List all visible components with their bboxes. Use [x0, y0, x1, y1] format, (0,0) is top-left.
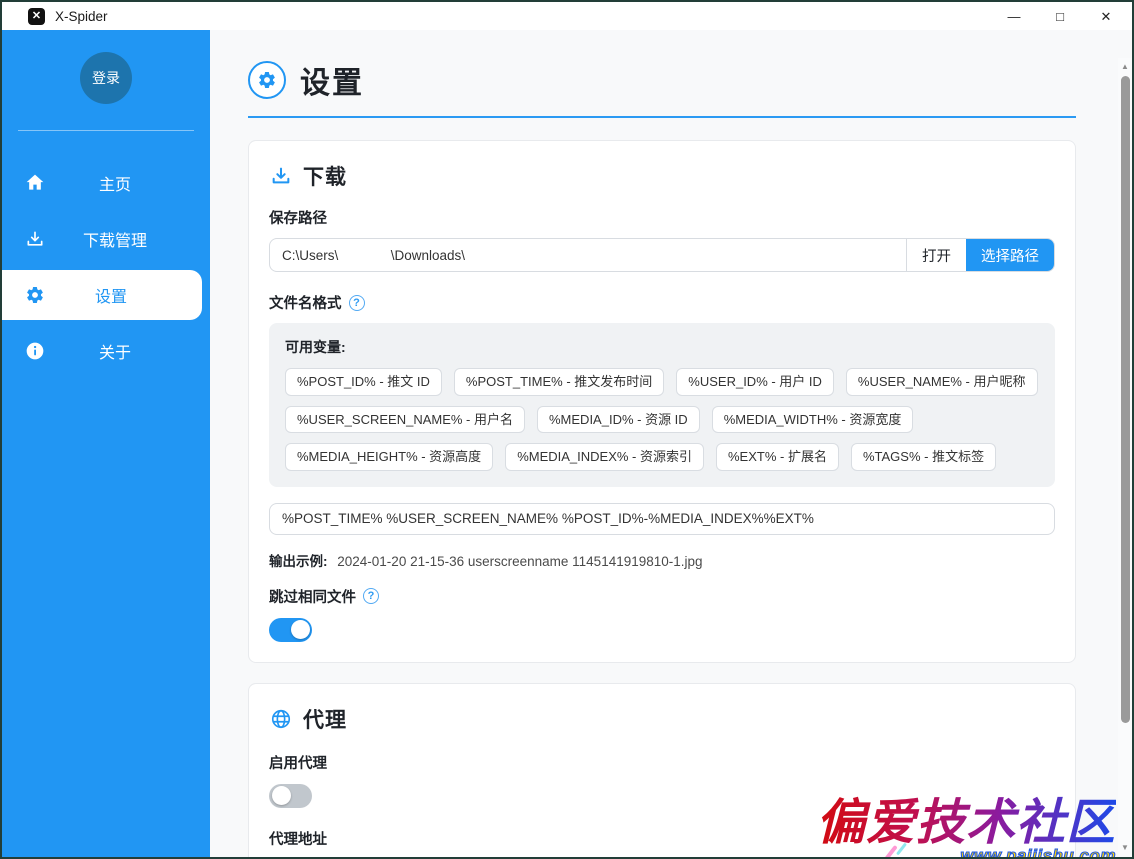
filename-format-label: 文件名格式	[269, 292, 342, 313]
toggle-knob	[272, 786, 291, 805]
save-path-label: 保存路径	[269, 207, 1055, 228]
main-content: 设置 下载 保存路径 打开 选择路径 文件名格式	[210, 30, 1132, 857]
globe-icon	[269, 707, 293, 731]
output-example-label: 输出示例:	[269, 554, 328, 569]
proxy-section-title: 代理	[303, 704, 347, 734]
page-header: 设置	[248, 58, 1076, 102]
variable-chip[interactable]: %MEDIA_HEIGHT% - 资源高度	[285, 443, 493, 471]
scroll-down-icon[interactable]: ▼	[1118, 842, 1132, 854]
window-controls: — □ ✕	[1004, 10, 1116, 23]
download-icon	[24, 228, 46, 250]
gear-icon	[24, 284, 46, 306]
scrollbar-thumb[interactable]	[1121, 76, 1130, 723]
variable-chip[interactable]: %EXT% - 扩展名	[716, 443, 839, 471]
sidebar-item-label: 下载管理	[46, 227, 210, 251]
skip-same-toggle[interactable]	[269, 618, 312, 642]
skip-same-label-row: 跳过相同文件 ?	[269, 586, 1055, 607]
sidebar-item-label: 设置	[46, 283, 202, 307]
save-path-group: 打开 选择路径	[269, 238, 1055, 272]
sidebar-nav: 主页 下载管理 设置	[2, 155, 210, 379]
enable-proxy-toggle[interactable]	[269, 784, 312, 808]
skip-same-label: 跳过相同文件	[269, 586, 356, 607]
sidebar-item-about[interactable]: 关于	[2, 323, 210, 379]
open-path-button[interactable]: 打开	[906, 239, 966, 271]
output-example-row: 输出示例: 2024-01-20 21-15-36 userscreenname…	[269, 550, 1055, 570]
app-logo-icon: ✕	[28, 8, 45, 25]
window-title: X-Spider	[55, 9, 108, 24]
vertical-scrollbar[interactable]: ▲ ▼	[1118, 58, 1132, 857]
output-example-value: 2024-01-20 21-15-36 userscreenname 11451…	[337, 554, 702, 569]
variable-chips: %POST_ID% - 推文 ID %POST_TIME% - 推文发布时间 %…	[285, 368, 1039, 471]
toggle-knob	[291, 620, 310, 639]
variable-chip[interactable]: %TAGS% - 推文标签	[851, 443, 996, 471]
download-section-icon	[269, 164, 293, 188]
maximize-icon[interactable]: □	[1050, 10, 1070, 23]
page-title: 设置	[300, 58, 364, 102]
variable-chip[interactable]: %USER_ID% - 用户 ID	[676, 368, 834, 396]
variable-chip[interactable]: %MEDIA_ID% - 资源 ID	[537, 406, 700, 434]
app-window: ✕ X-Spider — □ ✕ 登录 主页	[0, 0, 1134, 859]
sidebar: 登录 主页 下载管理	[2, 30, 210, 857]
download-settings-card: 下载 保存路径 打开 选择路径 文件名格式 ? 可用变量: %POST_ID% …	[248, 140, 1076, 663]
login-button[interactable]: 登录	[80, 52, 132, 104]
variables-label: 可用变量:	[285, 337, 1039, 357]
sidebar-divider	[18, 130, 194, 131]
help-icon[interactable]: ?	[363, 588, 379, 604]
proxy-settings-card: 代理 启用代理 代理地址	[248, 683, 1076, 859]
info-icon	[24, 340, 46, 362]
variables-panel: 可用变量: %POST_ID% - 推文 ID %POST_TIME% - 推文…	[269, 323, 1055, 487]
sidebar-item-label: 关于	[46, 339, 210, 363]
sidebar-item-settings[interactable]: 设置	[2, 270, 202, 320]
sidebar-item-home[interactable]: 主页	[2, 155, 210, 211]
sidebar-item-label: 主页	[46, 171, 210, 195]
filename-format-label-row: 文件名格式 ?	[269, 292, 1055, 313]
variable-chip[interactable]: %USER_NAME% - 用户昵称	[846, 368, 1038, 396]
minimize-icon[interactable]: —	[1004, 10, 1024, 23]
variable-chip[interactable]: %MEDIA_INDEX% - 资源索引	[505, 443, 704, 471]
filename-format-input[interactable]	[269, 503, 1055, 535]
variable-chip[interactable]: %POST_TIME% - 推文发布时间	[454, 368, 664, 396]
help-icon[interactable]: ?	[349, 295, 365, 311]
home-icon	[24, 172, 46, 194]
header-divider	[248, 116, 1076, 118]
titlebar: ✕ X-Spider — □ ✕	[2, 2, 1132, 30]
proxy-address-label: 代理地址	[269, 828, 1055, 849]
variable-chip[interactable]: %POST_ID% - 推文 ID	[285, 368, 442, 396]
sidebar-item-download-manager[interactable]: 下载管理	[2, 211, 210, 267]
scroll-up-icon[interactable]: ▲	[1118, 61, 1132, 73]
enable-proxy-label: 启用代理	[269, 752, 1055, 773]
save-path-input[interactable]	[270, 239, 906, 271]
close-icon[interactable]: ✕	[1096, 10, 1116, 23]
variable-chip[interactable]: %USER_SCREEN_NAME% - 用户名	[285, 406, 525, 434]
settings-gear-icon	[248, 61, 286, 99]
download-section-title: 下载	[303, 161, 347, 191]
choose-path-button[interactable]: 选择路径	[966, 239, 1054, 271]
variable-chip[interactable]: %MEDIA_WIDTH% - 资源宽度	[712, 406, 914, 434]
